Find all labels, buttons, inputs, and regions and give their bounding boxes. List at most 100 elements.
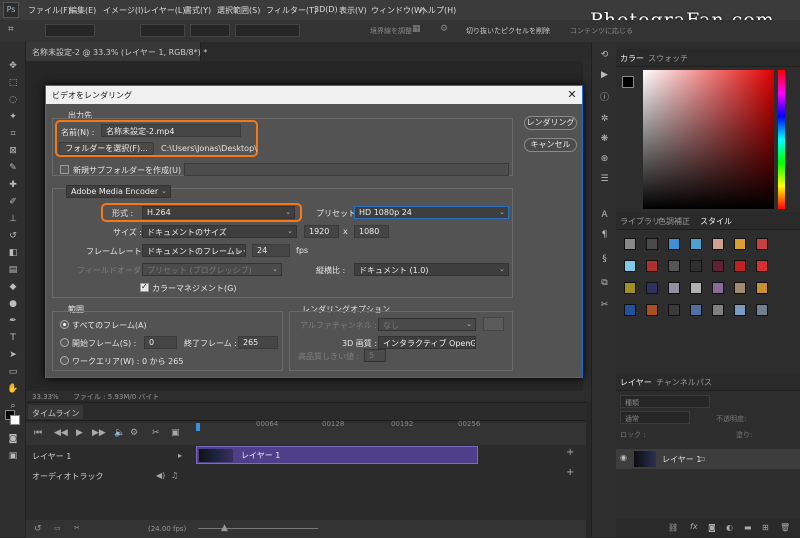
blend-mode-select[interactable]: 通常	[620, 411, 690, 424]
format-select[interactable]: H.264 ⌄	[142, 206, 295, 219]
vertical-scrollbar[interactable]	[583, 61, 591, 391]
style-swatch[interactable]	[690, 238, 702, 250]
style-swatch[interactable]	[734, 238, 746, 250]
style-swatch[interactable]	[690, 260, 702, 272]
style-swatch[interactable]	[668, 238, 680, 250]
tab-adjustments[interactable]: 色調補正	[658, 216, 690, 227]
tab-libraries[interactable]: ライブラリ	[620, 216, 660, 227]
blur-tool-icon[interactable]: ◆	[6, 281, 20, 293]
lasso-tool-icon[interactable]: ◌	[6, 94, 20, 106]
tab-paths[interactable]: パス	[696, 377, 712, 388]
history-icon[interactable]: ⟲	[598, 50, 611, 62]
quality-select[interactable]: インタラクティブ OpenGL ⌄	[378, 336, 476, 349]
properties-icon[interactable]: ☰	[598, 174, 611, 186]
tab-color[interactable]: カラー	[620, 53, 644, 64]
gear-icon[interactable]: ⚙	[440, 24, 448, 34]
aspect-select[interactable]: ドキュメント (1.0) ⌄	[354, 263, 509, 276]
render-button[interactable]: レンダリング	[524, 116, 577, 130]
style-swatch[interactable]	[668, 260, 680, 272]
magic-wand-icon[interactable]: ✦	[6, 111, 20, 123]
layer-clip[interactable]: レイヤー 1	[196, 446, 478, 464]
character-icon[interactable]: A	[598, 210, 611, 222]
name-field[interactable]: 名称未設定-2.mp4	[101, 124, 241, 137]
style-swatch[interactable]	[668, 304, 680, 316]
timeline-ruler[interactable]: 00064 00128 00192 00256	[196, 420, 486, 432]
width-field[interactable]: 1920	[304, 225, 339, 238]
brush-panel-icon[interactable]: ❋	[598, 134, 611, 146]
crop-tool-icon[interactable]: ⌗	[8, 24, 14, 35]
adjustment-icon[interactable]: ◐	[726, 523, 733, 532]
select-folder-button[interactable]: フォルダーを選択(F)...	[59, 142, 154, 155]
audio-icon[interactable]: 🔈	[114, 428, 125, 438]
cancel-button[interactable]: キャンセル	[524, 138, 577, 152]
marquee-tool-icon[interactable]: ⬚	[6, 77, 20, 89]
end-frame-field[interactable]: 265	[238, 336, 278, 349]
style-swatch[interactable]	[646, 282, 658, 294]
link-icon[interactable]: ⛓	[668, 523, 678, 532]
screen-mode-icon[interactable]: ▣	[6, 450, 20, 462]
dodge-tool-icon[interactable]: ●	[6, 298, 20, 310]
alpha-color-swatch[interactable]	[483, 317, 504, 331]
style-swatch[interactable]	[734, 260, 746, 272]
next-frame-icon[interactable]: ▶▶	[92, 428, 106, 438]
playhead[interactable]	[196, 423, 200, 431]
framerate-select[interactable]: ドキュメントのフレームレート⌄	[142, 244, 246, 257]
settings-icon[interactable]: ⚙	[130, 428, 138, 438]
option-field[interactable]	[140, 24, 185, 37]
style-swatch[interactable]	[756, 238, 768, 250]
color-picker-field[interactable]	[643, 70, 774, 209]
visibility-eye-icon[interactable]: ◉	[620, 453, 627, 462]
menu-3d[interactable]: 3D(D)	[314, 5, 338, 14]
work-area-radio[interactable]	[60, 356, 69, 365]
photoshop-logo-icon[interactable]: Ps	[3, 2, 19, 18]
menu-edit[interactable]: 編集(E)	[69, 5, 96, 16]
style-swatch[interactable]	[668, 282, 680, 294]
pen-tool-icon[interactable]: ✒	[6, 315, 20, 327]
option-field[interactable]	[235, 24, 300, 37]
transition-icon[interactable]: ▣	[171, 428, 180, 438]
menu-filter[interactable]: フィルター(T)	[266, 5, 317, 16]
style-swatch[interactable]	[646, 304, 658, 316]
start-frame-field[interactable]: 0	[144, 336, 177, 349]
style-swatch[interactable]	[756, 282, 768, 294]
timeline-layer-row[interactable]: レイヤー 1 ▸	[26, 447, 194, 465]
style-swatch[interactable]	[734, 304, 746, 316]
background-color-swatch[interactable]	[10, 415, 20, 425]
threshold-select[interactable]: 5	[364, 349, 386, 362]
close-icon[interactable]: ✕	[564, 87, 580, 103]
style-swatch[interactable]	[712, 238, 724, 250]
color-manage-checkbox[interactable]: ✓	[140, 282, 149, 292]
tab-swatches[interactable]: スウォッチ	[648, 53, 688, 64]
move-tool-icon[interactable]: ✥	[6, 60, 20, 72]
menu-help[interactable]: ヘルプ(H)	[420, 5, 456, 16]
hand-tool-icon[interactable]: ✋	[6, 383, 20, 395]
music-icon[interactable]: ♫	[171, 471, 178, 480]
timeline-tab[interactable]: タイムライン	[28, 405, 84, 419]
path-select-icon[interactable]: ➤	[6, 349, 20, 361]
start-frame-radio[interactable]	[60, 338, 69, 347]
style-swatch[interactable]	[624, 260, 636, 272]
fps-field[interactable]: 24	[252, 244, 290, 257]
style-swatch[interactable]	[646, 260, 658, 272]
new-layer-icon[interactable]: ⊞	[762, 523, 769, 532]
play-icon[interactable]: ▶	[76, 428, 83, 438]
style-swatch[interactable]	[712, 260, 724, 272]
refine-button[interactable]: 境界線を調整	[370, 26, 412, 36]
clone-source-icon[interactable]: ⊛	[598, 154, 611, 166]
video-menu-icon[interactable]: ▸	[178, 451, 182, 460]
subfolder-field[interactable]	[184, 163, 509, 176]
all-frames-radio[interactable]	[60, 320, 69, 329]
menu-file[interactable]: ファイル(F)	[28, 5, 71, 16]
menu-view[interactable]: 表示(V)	[339, 5, 367, 16]
layer-name[interactable]: レイヤー 1	[662, 454, 701, 465]
style-swatch[interactable]	[624, 282, 636, 294]
render-icon[interactable]: ▭	[54, 524, 61, 532]
menu-select[interactable]: 選択範囲(S)	[217, 5, 260, 16]
frame-tool-icon[interactable]: ⊠	[6, 145, 20, 157]
shape-tool-icon[interactable]: ▭	[6, 366, 20, 378]
style-swatch[interactable]	[734, 282, 746, 294]
encoder-select[interactable]: Adobe Media Encoder ⌄	[66, 185, 171, 198]
zoom-slider-thumb-icon[interactable]: ▲	[221, 523, 228, 533]
hue-slider[interactable]	[778, 70, 785, 209]
scissors-icon[interactable]: ✂	[74, 524, 80, 532]
